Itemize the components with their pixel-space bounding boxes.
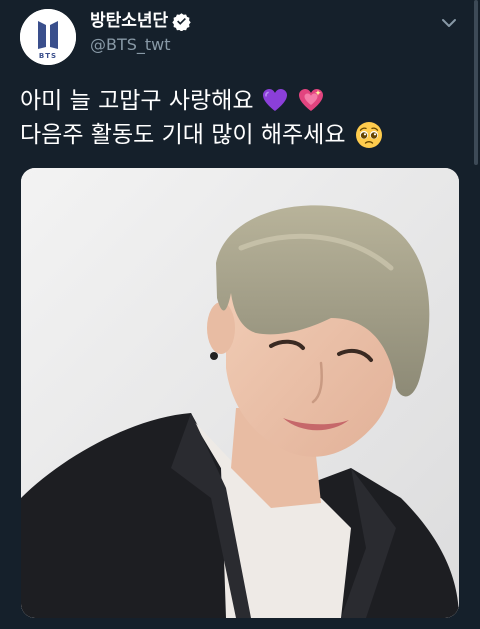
tweet-card: BTS 방탄소년단 @BTS_twt 아미 늘 고맙구 사랑해요 다음주 활동도… (0, 0, 480, 629)
tweet-text: 아미 늘 고맙구 사랑해요 다음주 활동도 기대 많이 해주세요 (20, 84, 460, 152)
bts-logo-icon: BTS (20, 9, 76, 65)
tweet-line-1-text: 아미 늘 고맙구 사랑해요 (20, 88, 254, 114)
user-handle[interactable]: @BTS_twt (90, 34, 171, 56)
tweet-line-2: 다음주 활동도 기대 많이 해주세요 (20, 118, 460, 152)
tweet-line-2-text: 다음주 활동도 기대 많이 해주세요 (20, 122, 346, 148)
avatar-logo-text: BTS (39, 52, 57, 60)
tweet-photo[interactable] (21, 168, 459, 618)
selfie-photo-illustration (21, 168, 459, 618)
sparkling-heart-icon (298, 89, 323, 111)
pleading-face-icon (356, 122, 383, 148)
purple-heart-icon (262, 89, 287, 111)
avatar[interactable]: BTS (20, 9, 76, 65)
display-name[interactable]: 방탄소년단 (90, 9, 168, 33)
scrollbar[interactable] (474, 0, 478, 165)
chevron-down-icon[interactable] (440, 14, 458, 32)
tweet-line-1: 아미 늘 고맙구 사랑해요 (20, 84, 460, 118)
verified-badge-icon (172, 12, 191, 31)
display-name-row[interactable]: 방탄소년단 (90, 9, 191, 33)
